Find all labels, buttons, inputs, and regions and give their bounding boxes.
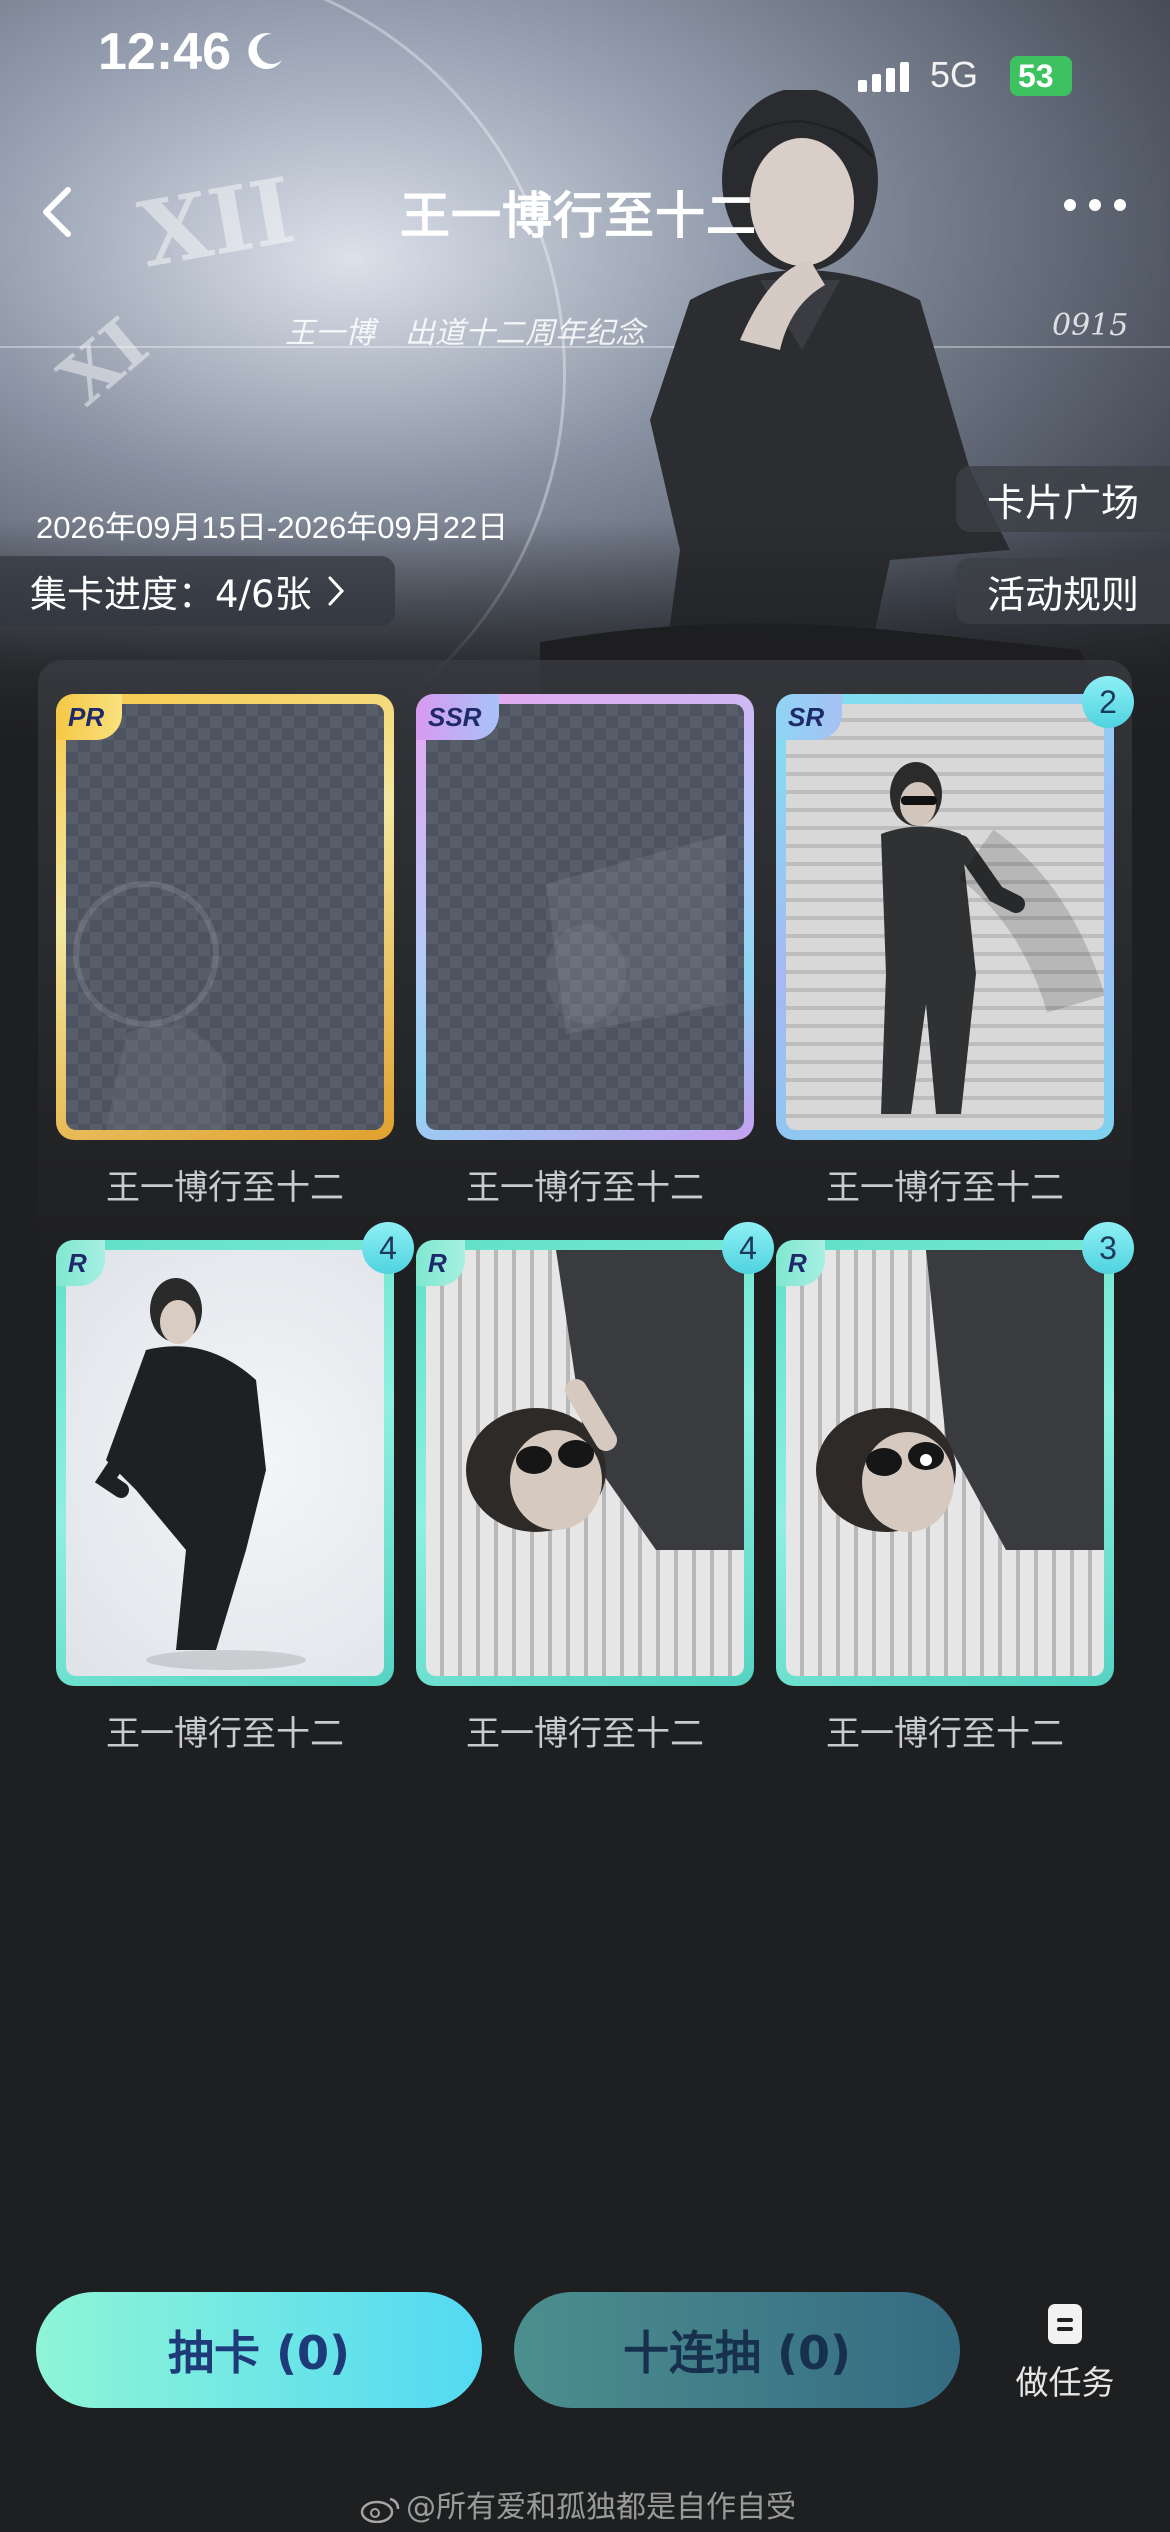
task-list-icon (1048, 2304, 1082, 2344)
banner-date-mark: 0915 (1052, 308, 1129, 343)
card-square-label: 卡片广场 (986, 480, 1139, 525)
card-photo (66, 1250, 384, 1676)
event-date-range: 2026年09月15日-2026年09月22日 (36, 510, 509, 545)
battery-indicator: 53 (1010, 56, 1072, 96)
locked-card-silhouette (73, 881, 226, 1130)
chevron-left-icon[interactable] (30, 182, 90, 242)
card-name: 王一博行至十二 (106, 1168, 344, 1208)
clock-time: 12:46 (98, 23, 231, 81)
network-type: 5G (930, 54, 979, 95)
activity-rules-button[interactable]: 活动规则 (956, 558, 1170, 624)
card-r-1[interactable]: R 4 (56, 1222, 414, 1686)
rarity-tag: SSR (416, 694, 500, 740)
card-name: 王一博行至十二 (466, 1168, 704, 1208)
card-count-badge: 4 (722, 1222, 774, 1274)
card-frame (776, 1240, 1114, 1686)
collection-progress-button[interactable]: 集卡进度：4/6张 (0, 556, 395, 626)
card-photo (426, 1250, 744, 1676)
status-bar: 12:46 5G 53 (0, 0, 1170, 110)
collection-progress-label: 集卡进度：4/6张 (30, 573, 312, 616)
idol-photo (881, 762, 1104, 1114)
card-count-badge: 2 (1082, 676, 1134, 728)
page-title: 王一博行至十二 (400, 187, 757, 245)
card-name: 王一博行至十二 (466, 1714, 704, 1754)
more-dots-icon[interactable] (1060, 190, 1130, 220)
chevron-right-icon (328, 576, 344, 606)
card-ssr[interactable]: SSR (416, 694, 754, 1140)
card-locked-placeholder (426, 704, 744, 1130)
card-r-3[interactable]: R 3 (776, 1222, 1134, 1686)
rarity-tag: SR (776, 694, 843, 740)
card-frame (776, 694, 1114, 1140)
nav-bar: 王一博行至十二 (0, 160, 1170, 260)
weibo-icon (360, 2497, 400, 2523)
signal-icon (858, 62, 914, 96)
locked-card-silhouette (546, 834, 726, 1034)
card-photo (786, 704, 1104, 1130)
moon-icon (248, 33, 282, 70)
card-square-button[interactable]: 卡片广场 (956, 466, 1170, 532)
do-task-button[interactable]: 做任务 (1010, 2302, 1120, 2404)
card-frame (416, 1240, 754, 1686)
ten-draw-label: 十连抽 (0) (622, 2326, 852, 2380)
card-name: 王一博行至十二 (106, 1714, 344, 1754)
card-frame (56, 1240, 394, 1686)
card-name: 王一博行至十二 (826, 1714, 1064, 1754)
watermark-text: @所有爱和孤独都是自作自受 (406, 2490, 796, 2525)
card-photo (786, 1250, 1104, 1676)
ten-draw-button[interactable]: 十连抽 (0) (514, 2292, 960, 2408)
draw-card-button[interactable]: 抽卡 (0) (36, 2292, 482, 2408)
draw-card-label: 抽卡 (0) (167, 2326, 351, 2380)
card-locked-placeholder (66, 704, 384, 1130)
card-count-badge: 3 (1082, 1222, 1134, 1274)
idol-photo (816, 1250, 1104, 1550)
do-task-label: 做任务 (1015, 2363, 1115, 2402)
activity-rules-label: 活动规则 (986, 572, 1139, 617)
card-count-badge: 4 (362, 1222, 414, 1274)
card-r-2[interactable]: R 4 (416, 1222, 774, 1686)
card-pr[interactable]: PR (56, 694, 394, 1140)
idol-photo (466, 1250, 744, 1550)
card-name: 王一博行至十二 (826, 1168, 1064, 1208)
card-frame (56, 694, 394, 1140)
card-sr[interactable]: SR 2 (776, 676, 1134, 1140)
card-frame (416, 694, 754, 1140)
banner-subtitle: 王一博 出道十二周年纪念 (285, 316, 645, 351)
rarity-tag: PR (56, 694, 123, 740)
watermark: @所有爱和孤独都是自作自受 (360, 2482, 796, 2526)
hero-banner: XII XI (0, 0, 1170, 740)
idol-photo (94, 1278, 306, 1670)
